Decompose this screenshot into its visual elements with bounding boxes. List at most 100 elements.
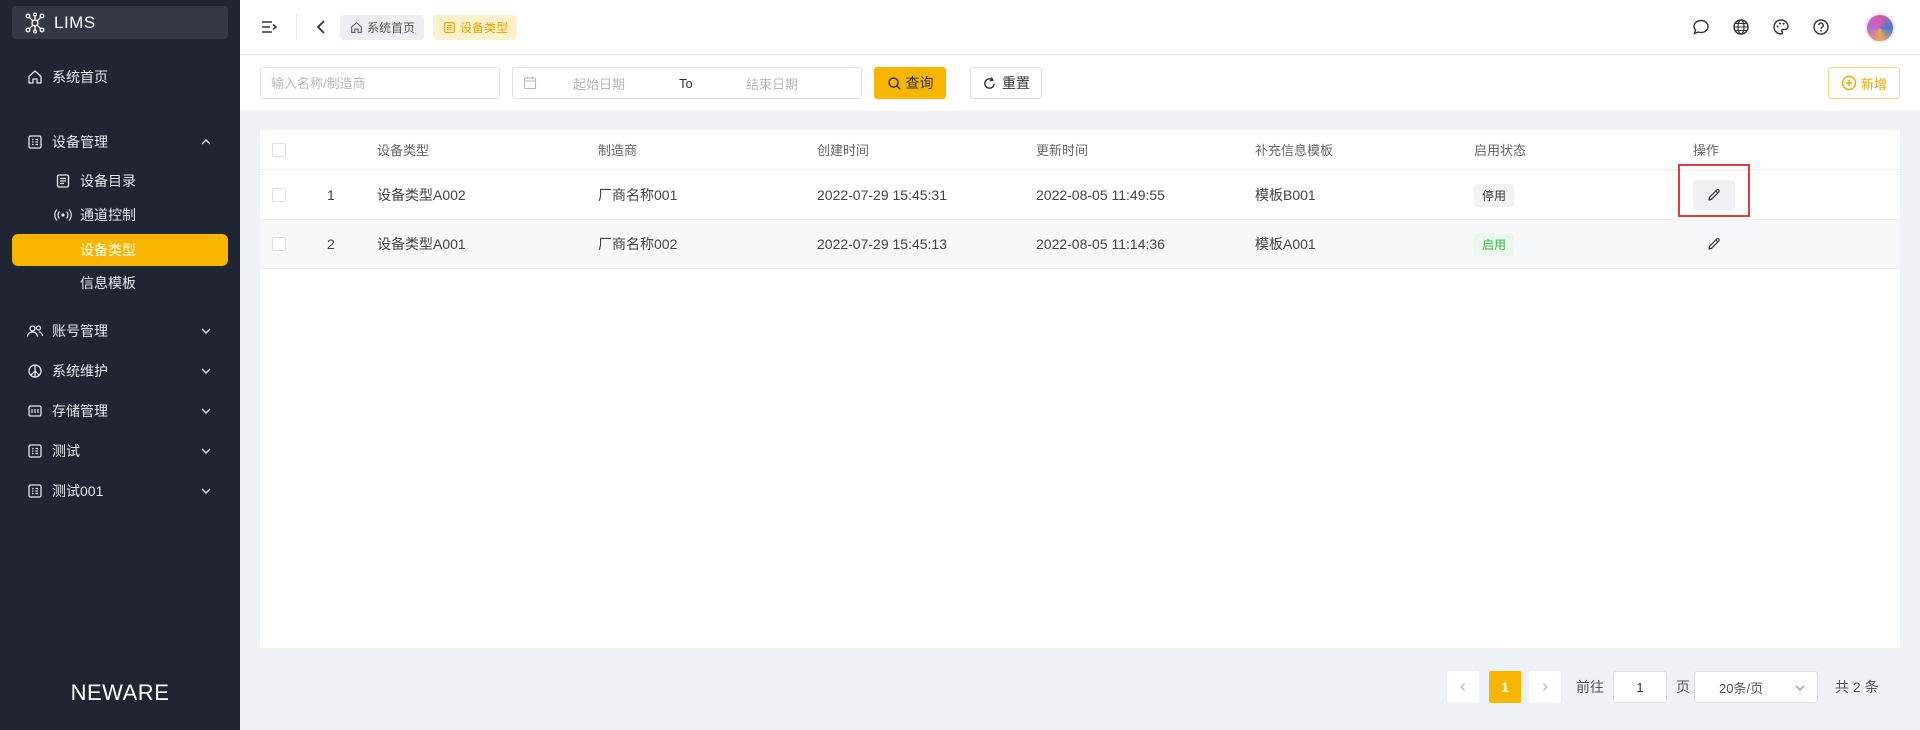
sidebar-item-label: 测试 xyxy=(52,443,80,459)
cell-type: 设备类型A001 xyxy=(377,236,466,252)
grid-list-icon xyxy=(26,442,44,460)
cell-maker: 厂商名称001 xyxy=(598,187,678,203)
breadcrumb-label: 系统首页 xyxy=(367,21,416,35)
sidebar-item-label: 系统维护 xyxy=(52,363,108,379)
sidebar-item-test[interactable]: 测试 xyxy=(12,435,228,467)
pencil-icon xyxy=(1708,238,1720,250)
globe-icon[interactable] xyxy=(1730,16,1752,38)
row-checkbox[interactable] xyxy=(272,237,286,251)
topbar: 系统首页 设备类型 xyxy=(240,0,1920,55)
date-range-picker[interactable]: 起始日期 To 结束日期 xyxy=(512,67,862,99)
sidebar-item-home[interactable]: 系统首页 xyxy=(12,61,228,93)
page-number-current[interactable]: 1 xyxy=(1489,671,1521,703)
peace-icon xyxy=(26,362,44,380)
table-row[interactable]: 2 设备类型A001 厂商名称002 2022-07-29 15:45:13 2… xyxy=(260,220,1900,269)
cell-updated: 2022-08-05 11:49:55 xyxy=(1036,187,1165,203)
sidebar-item-device-type[interactable]: 设备类型 xyxy=(12,234,228,266)
add-button[interactable]: 新增 xyxy=(1828,67,1900,99)
prev-page-button[interactable] xyxy=(1447,671,1479,703)
actions-cell xyxy=(1693,220,1735,268)
avatar[interactable] xyxy=(1865,13,1895,43)
row-checkbox[interactable] xyxy=(272,188,286,202)
list-icon xyxy=(54,172,72,190)
status-badge: 停用 xyxy=(1474,183,1515,207)
total-count: 共 2 条 xyxy=(1835,679,1879,695)
help-icon[interactable] xyxy=(1810,16,1832,38)
page-size-select[interactable]: 20条/页 xyxy=(1694,671,1818,703)
sidebar-item-device-management[interactable]: 设备管理 xyxy=(12,126,228,158)
chat-icon[interactable] xyxy=(1690,16,1712,38)
cell-created: 2022-07-29 15:45:13 xyxy=(817,236,947,252)
column-header-type[interactable]: 设备类型 xyxy=(377,130,429,169)
cell-template: 模板A001 xyxy=(1255,236,1316,252)
chevron-down-icon xyxy=(201,368,211,374)
grid-list-icon xyxy=(26,482,44,500)
goto-label: 前往 xyxy=(1576,679,1604,695)
search-field[interactable] xyxy=(260,67,500,99)
chevron-up-icon xyxy=(201,139,211,145)
search-input[interactable] xyxy=(261,68,499,98)
search-icon xyxy=(887,76,901,90)
sidebar-item-label: 通道控制 xyxy=(80,207,136,223)
end-date-input[interactable]: 结束日期 xyxy=(746,74,798,93)
divider xyxy=(296,14,297,40)
sidebar-item-channel-control[interactable]: 通道控制 xyxy=(12,199,228,231)
column-header-status[interactable]: 启用状态 xyxy=(1474,130,1526,169)
cell-maker: 厂商名称002 xyxy=(598,236,678,252)
row-checkbox-cell xyxy=(272,171,286,219)
app-name: LIMS xyxy=(54,12,96,32)
chevron-down-icon xyxy=(201,448,211,454)
select-all-checkbox[interactable] xyxy=(272,142,286,157)
status-badge: 启用 xyxy=(1474,232,1515,256)
home-icon xyxy=(26,68,44,86)
sidebar-item-label: 设备类型 xyxy=(80,242,136,258)
breadcrumb-home[interactable]: 系统首页 xyxy=(340,15,425,40)
refresh-icon xyxy=(984,76,995,89)
sidebar-item-storage-management[interactable]: 存储管理 xyxy=(12,395,228,427)
sidebar-item-label: 信息模板 xyxy=(80,275,136,291)
breadcrumb-current[interactable]: 设备类型 xyxy=(433,15,518,40)
plus-circle-icon xyxy=(1841,75,1857,91)
query-button[interactable]: 查询 xyxy=(874,67,946,99)
chevron-left-icon xyxy=(1460,683,1465,691)
next-page-button[interactable] xyxy=(1529,671,1561,703)
start-date-input[interactable]: 起始日期 xyxy=(573,74,625,93)
table-row[interactable]: 1 设备类型A002 厂商名称001 2022-07-29 15:45:31 2… xyxy=(260,171,1900,220)
add-button-label: 新增 xyxy=(1860,76,1887,92)
chevron-down-icon xyxy=(201,488,211,494)
sidebar: LIMS 系统首页 设备管理 设备目录 通道控制 设备类型 信息模板 账号管理 … xyxy=(0,0,240,730)
palette-icon[interactable] xyxy=(1770,16,1792,38)
sidebar-item-info-template[interactable]: 信息模板 xyxy=(12,267,228,299)
column-header-created[interactable]: 创建时间 xyxy=(817,130,869,169)
edit-button[interactable] xyxy=(1693,229,1735,259)
row-index: 1 xyxy=(327,187,335,203)
menu-toggle-icon[interactable] xyxy=(258,16,280,38)
reset-button-label: 重置 xyxy=(1002,75,1030,91)
sidebar-item-device-catalog[interactable]: 设备目录 xyxy=(12,165,228,197)
cell-updated: 2022-08-05 11:14:36 xyxy=(1036,236,1165,252)
sidebar-item-account-management[interactable]: 账号管理 xyxy=(12,315,228,347)
chevron-down-icon xyxy=(201,328,211,334)
column-header-template[interactable]: 补充信息模板 xyxy=(1255,130,1333,169)
app-logo[interactable]: LIMS xyxy=(12,6,228,39)
sidebar-item-system-maintenance[interactable]: 系统维护 xyxy=(12,355,228,387)
brand-logo: NEWARE xyxy=(70,680,170,705)
row-index: 2 xyxy=(327,236,335,252)
status-cell: 停用 xyxy=(1474,171,1515,219)
sidebar-item-test001[interactable]: 测试001 xyxy=(12,475,228,507)
sidebar-item-label: 账号管理 xyxy=(52,323,108,339)
sidebar-item-label: 设备目录 xyxy=(80,173,136,189)
logo-network-icon xyxy=(24,11,46,34)
goto-page-input[interactable] xyxy=(1613,671,1667,703)
back-icon[interactable] xyxy=(310,16,332,38)
chevron-down-icon xyxy=(1795,685,1805,691)
sidebar-item-label: 设备管理 xyxy=(52,134,108,150)
cell-template: 模板B001 xyxy=(1255,187,1316,203)
chevron-down-icon xyxy=(201,408,211,414)
reset-button[interactable]: 重置 xyxy=(970,67,1042,99)
column-header-updated[interactable]: 更新时间 xyxy=(1036,130,1088,169)
table-header: 设备类型 制造商 创建时间 更新时间 补充信息模板 启用状态 操作 xyxy=(260,130,1900,170)
cell-type: 设备类型A002 xyxy=(377,187,466,203)
page-unit-label: 页 xyxy=(1676,679,1690,695)
column-header-maker[interactable]: 制造商 xyxy=(598,130,637,169)
